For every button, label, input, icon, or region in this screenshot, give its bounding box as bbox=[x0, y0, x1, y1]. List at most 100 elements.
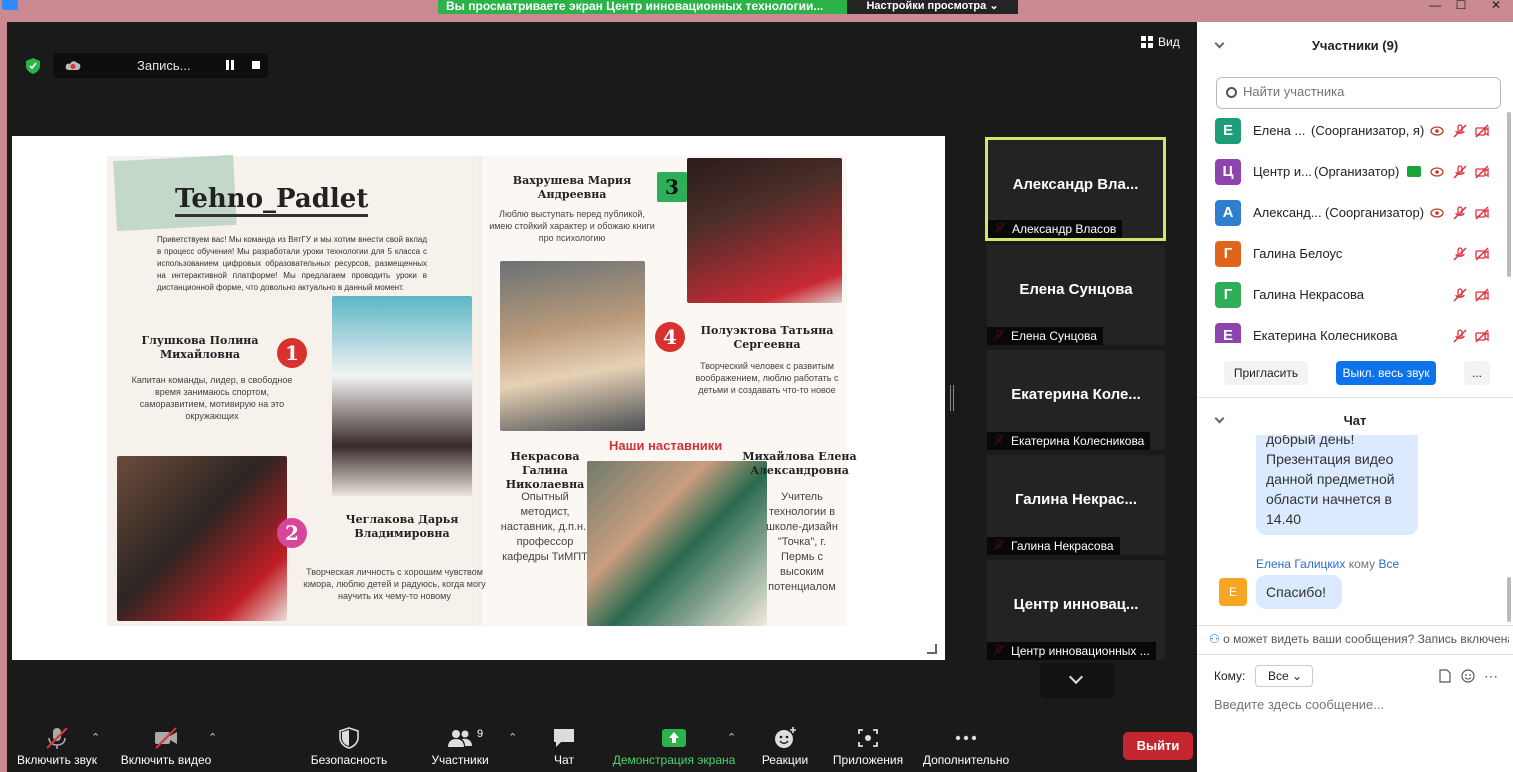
more-dots-icon bbox=[955, 735, 977, 741]
participants-button[interactable]: Участники bbox=[423, 715, 497, 772]
chat-sender[interactable]: Елена Галицких bbox=[1256, 557, 1345, 571]
security-button[interactable]: Безопасность bbox=[303, 715, 395, 772]
reactions-button[interactable]: Реакции bbox=[756, 715, 814, 772]
unmute-button[interactable]: Включить звук bbox=[12, 715, 102, 772]
share-banner-text: Вы просматриваете экран Центр инновацион… bbox=[438, 0, 847, 14]
share-options-caret[interactable]: ⌃ bbox=[727, 731, 736, 744]
participant-name: Елена ... bbox=[1253, 123, 1306, 138]
view-button[interactable]: Вид bbox=[1141, 35, 1180, 49]
stop-recording-icon[interactable] bbox=[252, 61, 260, 69]
invite-button[interactable]: Пригласить bbox=[1224, 361, 1308, 385]
resize-corner-icon[interactable] bbox=[927, 644, 937, 654]
avatar: А bbox=[1215, 200, 1241, 226]
more-tiles-button[interactable] bbox=[1040, 663, 1114, 698]
video-off-icon[interactable] bbox=[1475, 247, 1489, 261]
member-3-photo bbox=[687, 158, 842, 303]
chat-recipient-select[interactable]: Все ⌄ bbox=[1255, 665, 1313, 687]
chat-message-bubble: Спасибо! bbox=[1256, 575, 1342, 609]
chat-message-meta: Елена Галицких кому Все bbox=[1256, 557, 1399, 571]
tile-display-name: Центр инновац... bbox=[1013, 596, 1139, 613]
video-off-icon[interactable] bbox=[1475, 206, 1489, 220]
participants-header: Участники (9) bbox=[1311, 38, 1399, 53]
participant-row[interactable]: Е Екатерина Колесникова bbox=[1215, 323, 1500, 343]
apps-button[interactable]: Приложения bbox=[827, 715, 909, 772]
mentors-photo bbox=[587, 461, 767, 626]
avatar: Е bbox=[1215, 118, 1241, 144]
emoji-icon[interactable] bbox=[1461, 669, 1475, 683]
member-4-name: Полуэктова Татьяна Сергеевна bbox=[700, 324, 834, 351]
member-1-photo bbox=[117, 456, 287, 621]
chat-message-bubble: добрый день! Презентация видео данной пр… bbox=[1256, 435, 1418, 535]
leave-button[interactable]: Выйти bbox=[1123, 732, 1193, 760]
mic-off-icon[interactable] bbox=[1453, 247, 1467, 261]
participant-row[interactable]: А Александ... (Соорганизатор) bbox=[1215, 200, 1500, 226]
close-window-button[interactable]: ✕ bbox=[1481, 0, 1511, 12]
tile-name-tag: Екатерина Колесникова bbox=[987, 432, 1151, 450]
chat-more-icon[interactable]: ⋯ bbox=[1484, 668, 1498, 685]
chat-header: Чат bbox=[1343, 413, 1367, 428]
member-3-photo-2 bbox=[500, 261, 645, 431]
video-options-caret[interactable]: ⌃ bbox=[208, 731, 217, 744]
share-screen-button[interactable]: Демонстрация экрана bbox=[607, 715, 741, 772]
mic-off-icon[interactable] bbox=[1453, 206, 1467, 220]
participants-more-button[interactable]: ... bbox=[1464, 361, 1490, 385]
pause-recording-icon[interactable] bbox=[226, 60, 234, 70]
participants-scrollbar[interactable] bbox=[1507, 112, 1511, 277]
view-options-dropdown[interactable]: Настройки просмотра ⌄ bbox=[847, 0, 1018, 14]
participant-search[interactable] bbox=[1216, 77, 1501, 109]
unmute-label: Включить звук bbox=[16, 753, 98, 767]
participants-icon bbox=[448, 730, 472, 747]
mute-all-button[interactable]: Выкл. весь звук bbox=[1336, 361, 1436, 385]
file-icon[interactable] bbox=[1439, 669, 1451, 683]
shared-screen[interactable]: Tehno_Padlet Приветствуем вас! Мы команд… bbox=[12, 136, 945, 660]
start-video-label: Включить видео bbox=[120, 753, 212, 767]
chat-scrollbar[interactable] bbox=[1507, 577, 1511, 622]
chat-privacy-notice[interactable]: ⚇ о может видеть ваши сообщения? Запись … bbox=[1209, 632, 1509, 646]
member-2-number: 2 bbox=[277, 518, 307, 548]
participant-row[interactable]: Ц Центр и... (Организатор) bbox=[1215, 159, 1500, 185]
video-off-icon[interactable] bbox=[1475, 288, 1489, 302]
start-video-button[interactable]: Включить видео bbox=[117, 715, 215, 772]
participant-row[interactable]: Г Галина Некрасова bbox=[1215, 282, 1500, 308]
video-tile-1[interactable]: Александр Вла... Александр Власов bbox=[985, 137, 1166, 241]
tile-display-name: Галина Некрас... bbox=[1015, 491, 1137, 508]
video-tile-3[interactable]: Екатерина Коле... Екатерина Колесникова bbox=[987, 350, 1165, 450]
mic-off-icon[interactable] bbox=[1453, 288, 1467, 302]
participants-options-caret[interactable]: ⌃ bbox=[508, 731, 517, 744]
chat-button[interactable]: Чат bbox=[538, 715, 590, 772]
reactions-smiley-icon bbox=[775, 727, 796, 748]
cloud-record-icon bbox=[65, 61, 81, 70]
member-2-desc: Творческая личность с хорошим чувством ю… bbox=[303, 567, 486, 601]
maximize-button[interactable]: ☐ bbox=[1446, 0, 1476, 12]
audio-options-caret[interactable]: ⌃ bbox=[91, 731, 100, 744]
participant-role: (Соорганизатор, я) bbox=[1311, 123, 1425, 138]
more-button[interactable]: Дополнительно bbox=[919, 715, 1013, 772]
share-screen-label: Демонстрация экрана bbox=[612, 753, 736, 767]
participant-search-input[interactable] bbox=[1243, 84, 1493, 99]
meeting-toolbar: Включить звук ⌃ Включить видео ⌃ Безопас… bbox=[7, 715, 1197, 772]
video-off-icon[interactable] bbox=[1475, 165, 1489, 179]
split-drag-handle[interactable] bbox=[950, 385, 954, 411]
video-tile-4[interactable]: Галина Некрас... Галина Некрасова bbox=[987, 455, 1165, 555]
chat-to-word: кому bbox=[1348, 557, 1376, 571]
mentor-2-name: Михайлова Елена Александровна bbox=[742, 450, 857, 477]
video-off-icon[interactable] bbox=[1475, 329, 1489, 343]
chat-message-input[interactable] bbox=[1214, 697, 1494, 712]
tile-name-tag: Елена Сунцова bbox=[987, 327, 1103, 345]
zoom-app-icon bbox=[2, 0, 18, 10]
more-label: Дополнительно bbox=[922, 753, 1010, 767]
avatar: Г bbox=[1215, 282, 1241, 308]
video-tile-2[interactable]: Елена Сунцова Елена Сунцова bbox=[987, 245, 1165, 345]
mic-off-icon[interactable] bbox=[1453, 329, 1467, 343]
mic-off-icon[interactable] bbox=[1453, 124, 1467, 138]
recording-label: Запись... bbox=[137, 58, 191, 73]
video-tile-5[interactable]: Центр инновац... Центр инновационных ... bbox=[987, 560, 1165, 660]
encryption-shield-icon[interactable] bbox=[26, 58, 40, 74]
video-off-icon[interactable] bbox=[1475, 124, 1489, 138]
participant-row[interactable]: Г Галина Белоус bbox=[1215, 241, 1500, 267]
participant-role: (Соорганизатор) bbox=[1325, 205, 1425, 220]
participant-row[interactable]: Е Елена ... (Соорганизатор, я) bbox=[1215, 118, 1500, 144]
mic-off-icon[interactable] bbox=[1453, 165, 1467, 179]
slide-collage: Tehno_Padlet Приветствуем вас! Мы команд… bbox=[107, 154, 857, 626]
avatar: Ц bbox=[1215, 159, 1241, 185]
